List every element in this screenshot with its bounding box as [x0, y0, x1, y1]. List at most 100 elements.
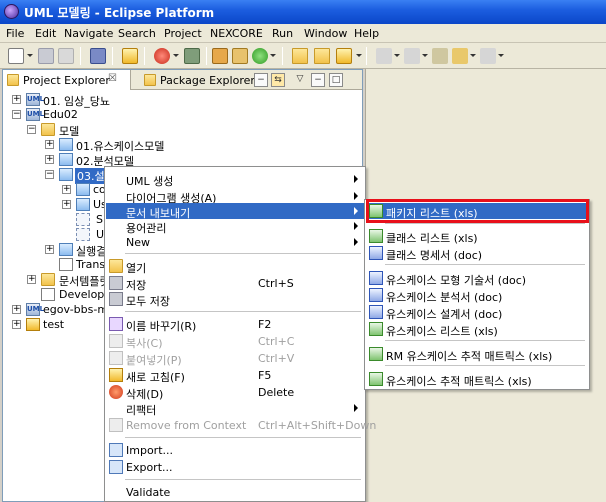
tree-item[interactable]: + UML 01. 임상_당뇨 — [3, 92, 303, 108]
menu-separator — [385, 264, 585, 265]
tree-item[interactable]: − 모델 — [3, 122, 303, 138]
submenu-item-usecase-design-doc[interactable]: 유스케이스 설계서 (doc) — [366, 304, 588, 321]
menu-search[interactable]: Search — [118, 27, 156, 40]
submenu-item-usecase-list-xls[interactable]: 유스케이스 리스트 (xls) — [366, 321, 588, 338]
submenu-item-class-list-xls[interactable]: 클래스 리스트 (xls) — [366, 228, 588, 245]
open-resource-icon[interactable] — [314, 48, 330, 64]
prev-annotation-icon[interactable] — [404, 48, 420, 64]
submenu-item-usecase-analysis-doc[interactable]: 유스케이스 분석서 (doc) — [366, 287, 588, 304]
menu-item-save-all[interactable]: 모두 저장 — [106, 291, 364, 308]
menu-item-new[interactable]: New — [106, 234, 364, 250]
menu-item-export[interactable]: Export... — [106, 459, 364, 475]
tab-project-explorer[interactable]: Project Explorer ☒ — [3, 70, 131, 90]
tree-item[interactable]: + test — [3, 317, 103, 332]
menu-item-refresh[interactable]: 새로 고침(F) F5 — [106, 367, 364, 384]
link-editor-icon[interactable]: ⇆ — [271, 73, 285, 87]
chevron-down-icon[interactable] — [356, 54, 362, 57]
new-icon[interactable] — [8, 48, 24, 64]
forward-icon[interactable] — [480, 48, 496, 64]
new-class-icon[interactable] — [252, 48, 268, 64]
close-icon[interactable]: ☒ — [108, 73, 117, 84]
collapse-icon[interactable]: − — [12, 110, 21, 119]
pen-icon[interactable] — [336, 48, 352, 64]
new-package-icon[interactable] — [232, 48, 248, 64]
tree-item[interactable]: SI — [3, 212, 106, 227]
open-type-icon[interactable] — [292, 48, 308, 64]
menu-item-save[interactable]: 저장 Ctrl+S — [106, 275, 364, 292]
tree-item[interactable]: Develope — [3, 287, 111, 302]
collapse-all-icon[interactable]: − — [254, 73, 268, 87]
chevron-down-icon[interactable] — [270, 54, 276, 57]
chevron-down-icon[interactable] — [422, 54, 428, 57]
last-edit-icon[interactable] — [432, 48, 448, 64]
chevron-down-icon[interactable] — [394, 54, 400, 57]
new-project-icon[interactable] — [212, 48, 228, 64]
expand-icon[interactable]: + — [12, 320, 21, 329]
tree-item[interactable]: UI — [3, 227, 107, 242]
menu-item-copy: 복사(C) Ctrl+C — [106, 333, 364, 350]
menu-item-import[interactable]: Import... — [106, 442, 364, 458]
minimize-icon[interactable]: − — [311, 73, 325, 87]
menu-item-refactor[interactable]: 리팩터 — [106, 400, 364, 417]
menu-project[interactable]: Project — [164, 27, 202, 40]
menu-item-validate[interactable]: Validate — [106, 484, 364, 500]
chevron-down-icon[interactable] — [498, 54, 504, 57]
debug-icon[interactable] — [90, 48, 106, 64]
menu-item-delete[interactable]: 삭제(D) Delete — [106, 384, 364, 401]
menu-file[interactable]: File — [6, 27, 24, 40]
tree-item[interactable]: + Us — [3, 197, 107, 212]
tree-item[interactable]: + 실행결 — [3, 242, 106, 258]
tree-item[interactable]: + 문서템플릿 — [3, 272, 110, 288]
expand-icon[interactable]: + — [45, 140, 54, 149]
tree-item[interactable]: − UML Edu02 — [3, 107, 303, 122]
chevron-down-icon[interactable] — [27, 54, 33, 57]
expand-icon[interactable]: + — [12, 305, 21, 314]
menu-shortcut: F2 — [258, 318, 272, 331]
menu-navigate[interactable]: Navigate — [64, 27, 113, 40]
view-menu-icon[interactable]: ▽ — [293, 73, 307, 87]
collapse-icon[interactable]: − — [27, 125, 36, 134]
tree-item[interactable]: + co — [3, 182, 106, 197]
maximize-icon[interactable]: □ — [329, 73, 343, 87]
menu-help[interactable]: Help — [354, 27, 379, 40]
menu-item-diagram-generate[interactable]: 다이어그램 생성(A) — [106, 188, 364, 205]
lock-icon[interactable] — [122, 48, 138, 64]
menu-item-term-management[interactable]: 용어관리 — [106, 218, 364, 235]
submenu-item-class-spec-doc[interactable]: 클래스 명세서 (doc) — [366, 245, 588, 262]
menu-item-rename[interactable]: 이름 바꾸기(R) F2 — [106, 316, 364, 333]
menu-run[interactable]: Run — [272, 27, 293, 40]
tree-item[interactable]: Trans — [3, 257, 105, 272]
expand-icon[interactable]: + — [45, 155, 54, 164]
tab-package-explorer[interactable]: Package Explorer — [140, 70, 255, 90]
run-config-icon[interactable] — [154, 48, 170, 64]
collapse-icon[interactable]: − — [45, 170, 54, 179]
back-icon[interactable] — [452, 48, 468, 64]
tree-item[interactable]: + UML egov-bbs-m — [3, 302, 108, 317]
menu-label: Validate — [126, 486, 171, 499]
submenu-item-rm-usecase-trace-xls[interactable]: RM 유스케이스 추적 매트릭스 (xls) — [366, 346, 588, 363]
menu-separator — [385, 223, 585, 224]
chevron-down-icon[interactable] — [173, 54, 179, 57]
menu-edit[interactable]: Edit — [35, 27, 56, 40]
chevron-down-icon[interactable] — [470, 54, 476, 57]
tree-item[interactable]: + 02.분석모델 — [3, 152, 303, 168]
menu-item-export-document[interactable]: 문서 내보내기 — [106, 203, 364, 220]
expand-icon[interactable]: + — [62, 200, 71, 209]
menu-item-uml-generate[interactable]: UML 생성 — [106, 171, 364, 188]
expand-icon[interactable]: + — [27, 275, 36, 284]
save-icon[interactable] — [38, 48, 54, 64]
menu-item-open[interactable]: 열기 — [106, 258, 364, 275]
expand-icon[interactable]: + — [62, 185, 71, 194]
submenu-item-usecase-trace-xls[interactable]: 유스케이스 추적 매트릭스 (xls) — [366, 371, 588, 388]
expand-icon[interactable]: + — [45, 245, 54, 254]
search-icon[interactable] — [184, 48, 200, 64]
next-annotation-icon[interactable] — [376, 48, 392, 64]
export-icon — [109, 460, 123, 474]
menu-window[interactable]: Window — [304, 27, 347, 40]
expand-icon[interactable]: + — [12, 95, 21, 104]
submenu-item-usecase-model-doc[interactable]: 유스케이스 모형 기술서 (doc) — [366, 270, 588, 287]
toolbar-separator — [80, 47, 81, 65]
tree-item[interactable]: + 01.유스케이스모델 — [3, 137, 303, 153]
menu-nexcore[interactable]: NEXCORE — [210, 27, 263, 40]
print-icon[interactable] — [58, 48, 74, 64]
